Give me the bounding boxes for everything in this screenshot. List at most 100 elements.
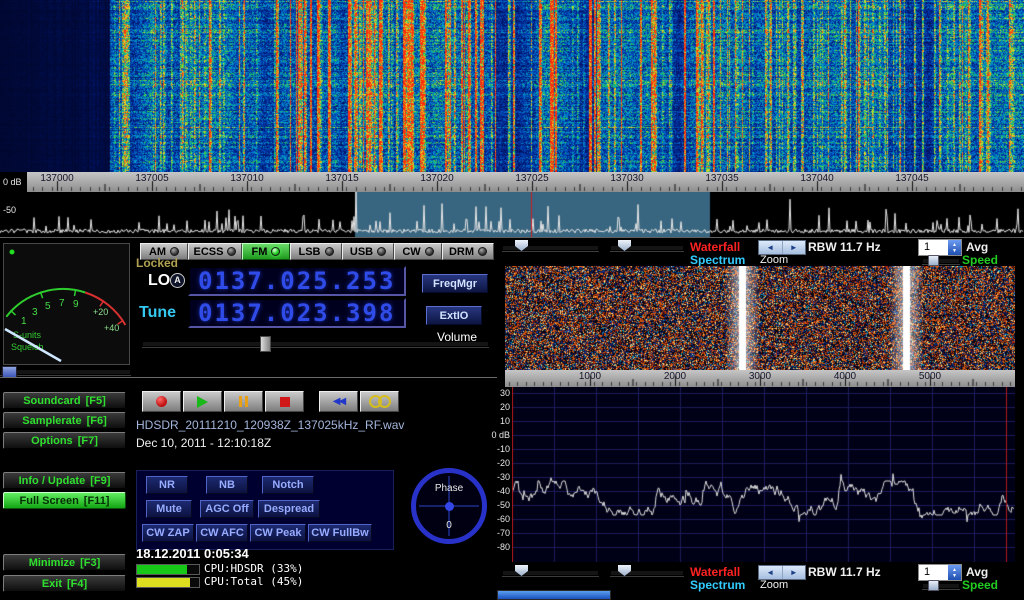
lo-frequency-display[interactable]: 0137.025.253	[188, 266, 406, 296]
options-button[interactable]: Options[F7]	[3, 432, 126, 449]
hz-label: 3000	[749, 371, 771, 382]
recording-timestamp: Dec 10, 2011 - 12:10:18Z	[136, 436, 271, 450]
frequency-ruler[interactable]: 137000 137005 137010 137015 137020 13702…	[0, 172, 1024, 193]
cw-zap-button[interactable]: CW ZAP	[142, 524, 194, 542]
mode-led-icon	[377, 247, 386, 256]
meter-led-icon	[10, 250, 15, 255]
zoom-pan-control-bottom[interactable]: ◄►	[758, 565, 806, 580]
db-scale-corner: 0 dB	[0, 172, 27, 192]
hz-label: 2000	[664, 371, 686, 382]
secondary-waterfall-display[interactable]	[505, 266, 1015, 370]
notch-button[interactable]: Notch	[262, 476, 314, 494]
loop-button[interactable]	[360, 391, 399, 412]
speed-mini-slider-bottom-thumb[interactable]	[928, 580, 939, 591]
secondary-spectrum-display[interactable]	[512, 387, 1015, 562]
zoom-pan-control[interactable]: ◄►	[758, 240, 806, 255]
avg-spinner[interactable]: 1 ▲▼	[918, 239, 962, 256]
pan-left-icon[interactable]: ◄	[759, 241, 783, 254]
tune-frequency-display[interactable]: 0137.023.398	[188, 298, 406, 328]
ruler-label: 137005	[135, 173, 168, 184]
zoom-label: Zoom	[760, 254, 788, 266]
ruler-label: 137020	[420, 173, 453, 184]
minimize-button[interactable]: Minimize[F3]	[3, 554, 126, 571]
agc-button[interactable]: AGC Off	[200, 500, 254, 518]
smeter-plus20-label: +20	[93, 307, 108, 317]
waterfall-speed-slider[interactable]	[497, 590, 611, 600]
nb-button[interactable]: NB	[206, 476, 248, 494]
pause-button[interactable]	[224, 391, 263, 412]
spin-down-icon[interactable]: ▼	[952, 248, 957, 254]
button-label: Options	[31, 435, 73, 447]
mode-button-drm[interactable]: DRM	[442, 243, 494, 260]
mute-button[interactable]: Mute	[146, 500, 192, 518]
hz-label: 4000	[834, 371, 856, 382]
divider	[0, 377, 497, 378]
pan-left-icon[interactable]: ◄	[759, 566, 783, 579]
phase-label: Phase	[435, 483, 463, 494]
nr-button[interactable]: NR	[146, 476, 188, 494]
exit-button[interactable]: Exit [F4]	[3, 575, 126, 592]
cw-peak-button[interactable]: CW Peak	[250, 524, 306, 542]
spectrum-tab[interactable]: Spectrum	[690, 253, 745, 267]
cw-fullbw-button[interactable]: CW FullBw	[308, 524, 372, 542]
mode-led-icon	[425, 247, 434, 256]
mode-button-ecss[interactable]: ECSS	[188, 243, 242, 260]
button-hotkey: [F5]	[86, 395, 106, 407]
spin-down-icon[interactable]: ▼	[952, 573, 957, 579]
button-hotkey: [F6]	[87, 415, 107, 427]
rewind-icon: ◀◀	[333, 396, 344, 407]
record-button[interactable]	[142, 391, 181, 412]
mode-label: USB	[350, 246, 373, 258]
soundcard-button[interactable]: Soundcard[F5]	[3, 392, 126, 409]
rewind-button[interactable]: ◀◀	[319, 391, 358, 412]
button-label: Full Screen	[20, 495, 79, 507]
extio-button[interactable]: ExtIO	[426, 306, 482, 325]
volume-slider-thumb[interactable]	[260, 336, 271, 352]
db-scale-label: 30	[478, 388, 510, 398]
freqmgr-button[interactable]: FreqMgr	[422, 274, 488, 293]
squelch-slider[interactable]	[0, 369, 131, 375]
cpu-total-label: CPU:Total (45%)	[204, 575, 303, 588]
cw-afc-button[interactable]: CW AFC	[196, 524, 248, 542]
pan-right-icon[interactable]: ►	[783, 566, 806, 579]
cpu-hdsdr-bar	[136, 564, 200, 575]
smeter-scale-label: 3	[32, 307, 38, 318]
mode-label: CW	[402, 246, 420, 258]
button-hotkey: [F11]	[84, 495, 110, 507]
mode-button-fm[interactable]: FM	[242, 243, 290, 260]
avg-spinner-bottom[interactable]: 1 ▲▼	[918, 564, 962, 581]
db-scale-label: 20	[478, 402, 510, 412]
samplerate-button[interactable]: Samplerate[F6]	[3, 412, 126, 429]
waterfall-tab[interactable]: Waterfall	[690, 240, 740, 254]
db-scale-label: -70	[478, 528, 510, 538]
s-meter: 1 3 5 7 9 +20 +40 S-units Squelch	[3, 243, 130, 365]
auto-lock-badge[interactable]: A	[170, 273, 185, 288]
stop-button[interactable]	[265, 391, 304, 412]
speed-mini-slider-thumb[interactable]	[928, 255, 939, 266]
ruler-label: 137040	[800, 173, 833, 184]
avg-spinner-bottom-value: 1	[919, 565, 948, 580]
despread-button[interactable]: Despread	[258, 500, 320, 518]
info-update-button[interactable]: Info / Update[F9]	[3, 472, 126, 489]
phase-scope[interactable]: Phase 0	[411, 468, 487, 544]
button-label: Exit	[42, 578, 62, 590]
mode-button-lsb[interactable]: LSB	[290, 243, 342, 260]
loop-icon	[369, 395, 391, 408]
lo-label: LO	[148, 272, 170, 290]
record-icon	[156, 396, 167, 407]
button-label: Info / Update	[19, 475, 86, 487]
waterfall-tab-bottom[interactable]: Waterfall	[690, 565, 740, 579]
mode-button-cw[interactable]: CW	[394, 243, 442, 260]
main-spectrum-display[interactable]	[0, 192, 1024, 238]
button-hotkey: [F4]	[67, 578, 87, 590]
mode-led-icon	[271, 247, 280, 256]
volume-slider[interactable]	[142, 341, 489, 347]
mode-button-usb[interactable]: USB	[342, 243, 394, 260]
pan-right-icon[interactable]: ►	[783, 241, 806, 254]
smeter-plus40-label: +40	[104, 323, 119, 333]
play-button[interactable]	[183, 391, 222, 412]
full-screen-button[interactable]: Full Screen [F11]	[3, 492, 126, 509]
avg-label: Avg	[966, 240, 988, 254]
main-waterfall-display[interactable]	[0, 0, 1024, 172]
spectrum-tab-bottom[interactable]: Spectrum	[690, 578, 745, 592]
